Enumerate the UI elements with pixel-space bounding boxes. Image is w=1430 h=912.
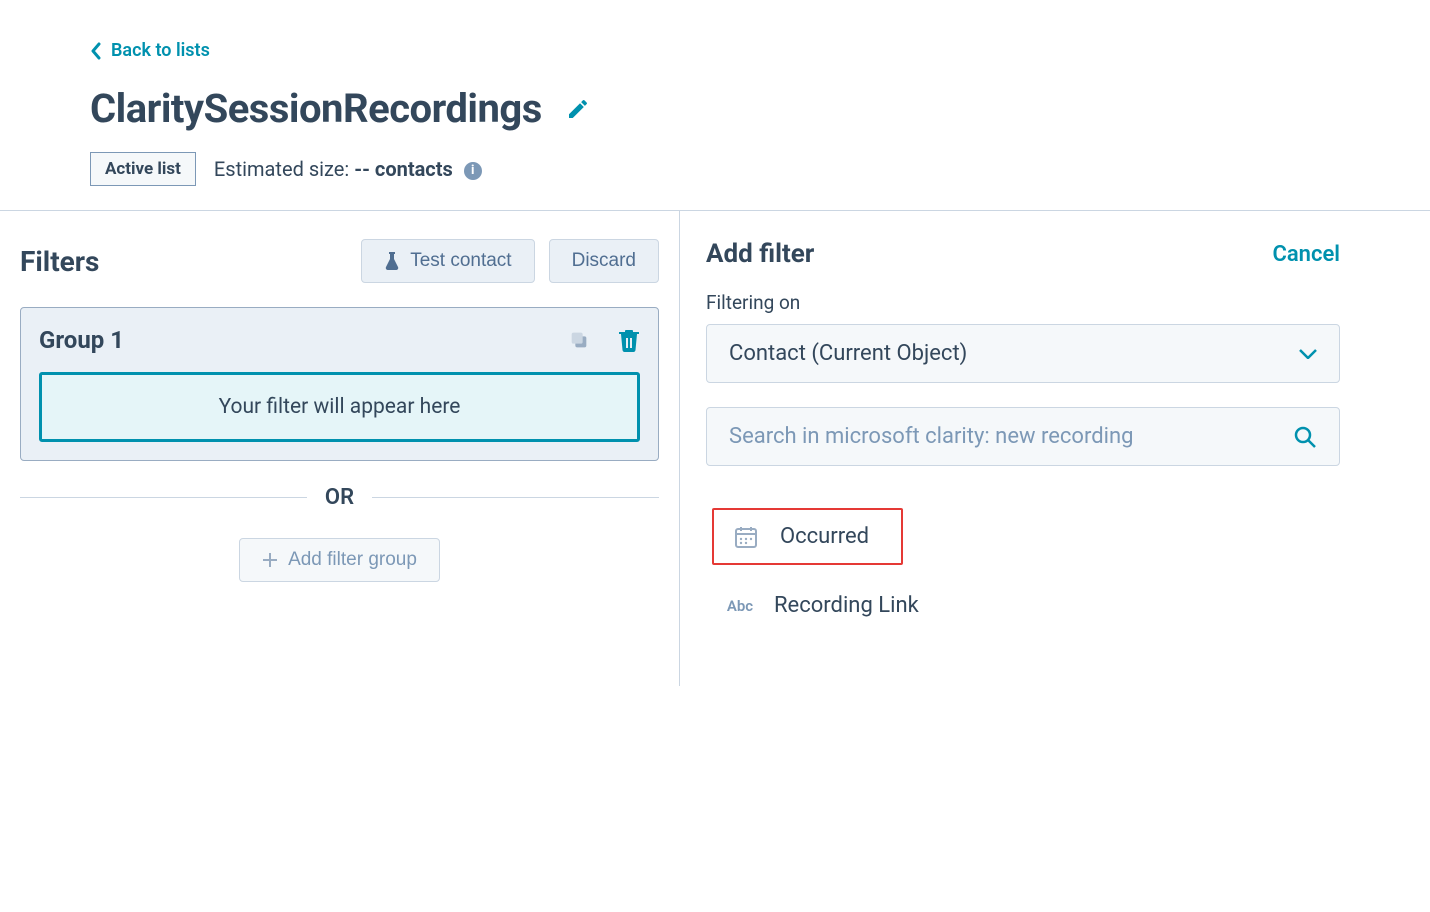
estimated-value: -- contacts [354, 157, 453, 181]
filter-option-label: Recording Link [774, 593, 919, 618]
page-title: ClaritySessionRecordings [90, 85, 542, 132]
test-contact-button[interactable]: Test contact [361, 239, 534, 283]
title-row: ClaritySessionRecordings [90, 85, 1340, 132]
page-header: Back to lists ClaritySessionRecordings A… [0, 0, 1430, 210]
add-filter-group-button[interactable]: Add filter group [239, 538, 440, 582]
filter-option-recording-link[interactable]: Abc Recording Link [706, 577, 939, 634]
discard-label: Discard [572, 250, 636, 272]
filters-header: Filters Test contact Discard [20, 239, 659, 283]
search-input[interactable]: Search in microsoft clarity: new recordi… [706, 407, 1340, 466]
add-filter-title: Add filter [706, 239, 814, 269]
discard-button[interactable]: Discard [549, 239, 659, 283]
estimated-prefix: Estimated size: [214, 157, 354, 181]
filter-group-1: Group 1 Your filter will appear here [20, 307, 659, 461]
list-type-badge: Active list [90, 152, 196, 186]
meta-row: Active list Estimated size: -- contacts … [90, 152, 1340, 186]
add-filter-panel: Add filter Cancel Filtering on Contact (… [680, 211, 1430, 686]
flask-icon [384, 251, 400, 271]
object-select-value: Contact (Current Object) [729, 341, 967, 366]
back-to-lists-link[interactable]: Back to lists [90, 40, 210, 61]
or-divider: OR [20, 485, 659, 510]
add-filter-group-label: Add filter group [288, 549, 417, 571]
filter-options-list: Occurred Abc Recording Link [706, 508, 1340, 646]
back-to-lists-label: Back to lists [111, 40, 210, 61]
plus-icon [262, 552, 278, 568]
divider-line [372, 497, 659, 498]
filter-placeholder: Your filter will appear here [39, 372, 640, 442]
test-contact-label: Test contact [410, 250, 511, 272]
divider-line [20, 497, 307, 498]
search-placeholder: Search in microsoft clarity: new recordi… [729, 424, 1133, 449]
add-group-wrap: Add filter group [20, 538, 659, 582]
filter-option-occurred[interactable]: Occurred [712, 508, 903, 565]
info-icon[interactable]: i [464, 162, 482, 180]
estimated-size: Estimated size: -- contacts i [214, 157, 482, 181]
or-label: OR [325, 485, 354, 510]
object-select[interactable]: Contact (Current Object) [706, 324, 1340, 383]
filters-actions: Test contact Discard [361, 239, 659, 283]
group-title: Group 1 [39, 326, 124, 354]
chevron-left-icon [90, 42, 101, 60]
search-icon [1293, 425, 1317, 449]
filters-panel: Filters Test contact Discard Group 1 [0, 211, 680, 686]
calendar-icon [732, 525, 760, 549]
pencil-icon[interactable] [566, 97, 590, 121]
group-actions [568, 328, 640, 352]
filters-title: Filters [20, 245, 99, 278]
filtering-on-label: Filtering on [706, 291, 1340, 314]
copy-icon[interactable] [568, 329, 590, 351]
text-type-icon: Abc [726, 597, 754, 615]
filter-option-label: Occurred [780, 524, 869, 549]
add-filter-header: Add filter Cancel [706, 239, 1340, 269]
main: Filters Test contact Discard Group 1 [0, 210, 1430, 686]
cancel-link[interactable]: Cancel [1272, 242, 1340, 267]
group-header: Group 1 [39, 326, 640, 354]
caret-down-icon [1299, 349, 1317, 359]
trash-icon[interactable] [618, 328, 640, 352]
